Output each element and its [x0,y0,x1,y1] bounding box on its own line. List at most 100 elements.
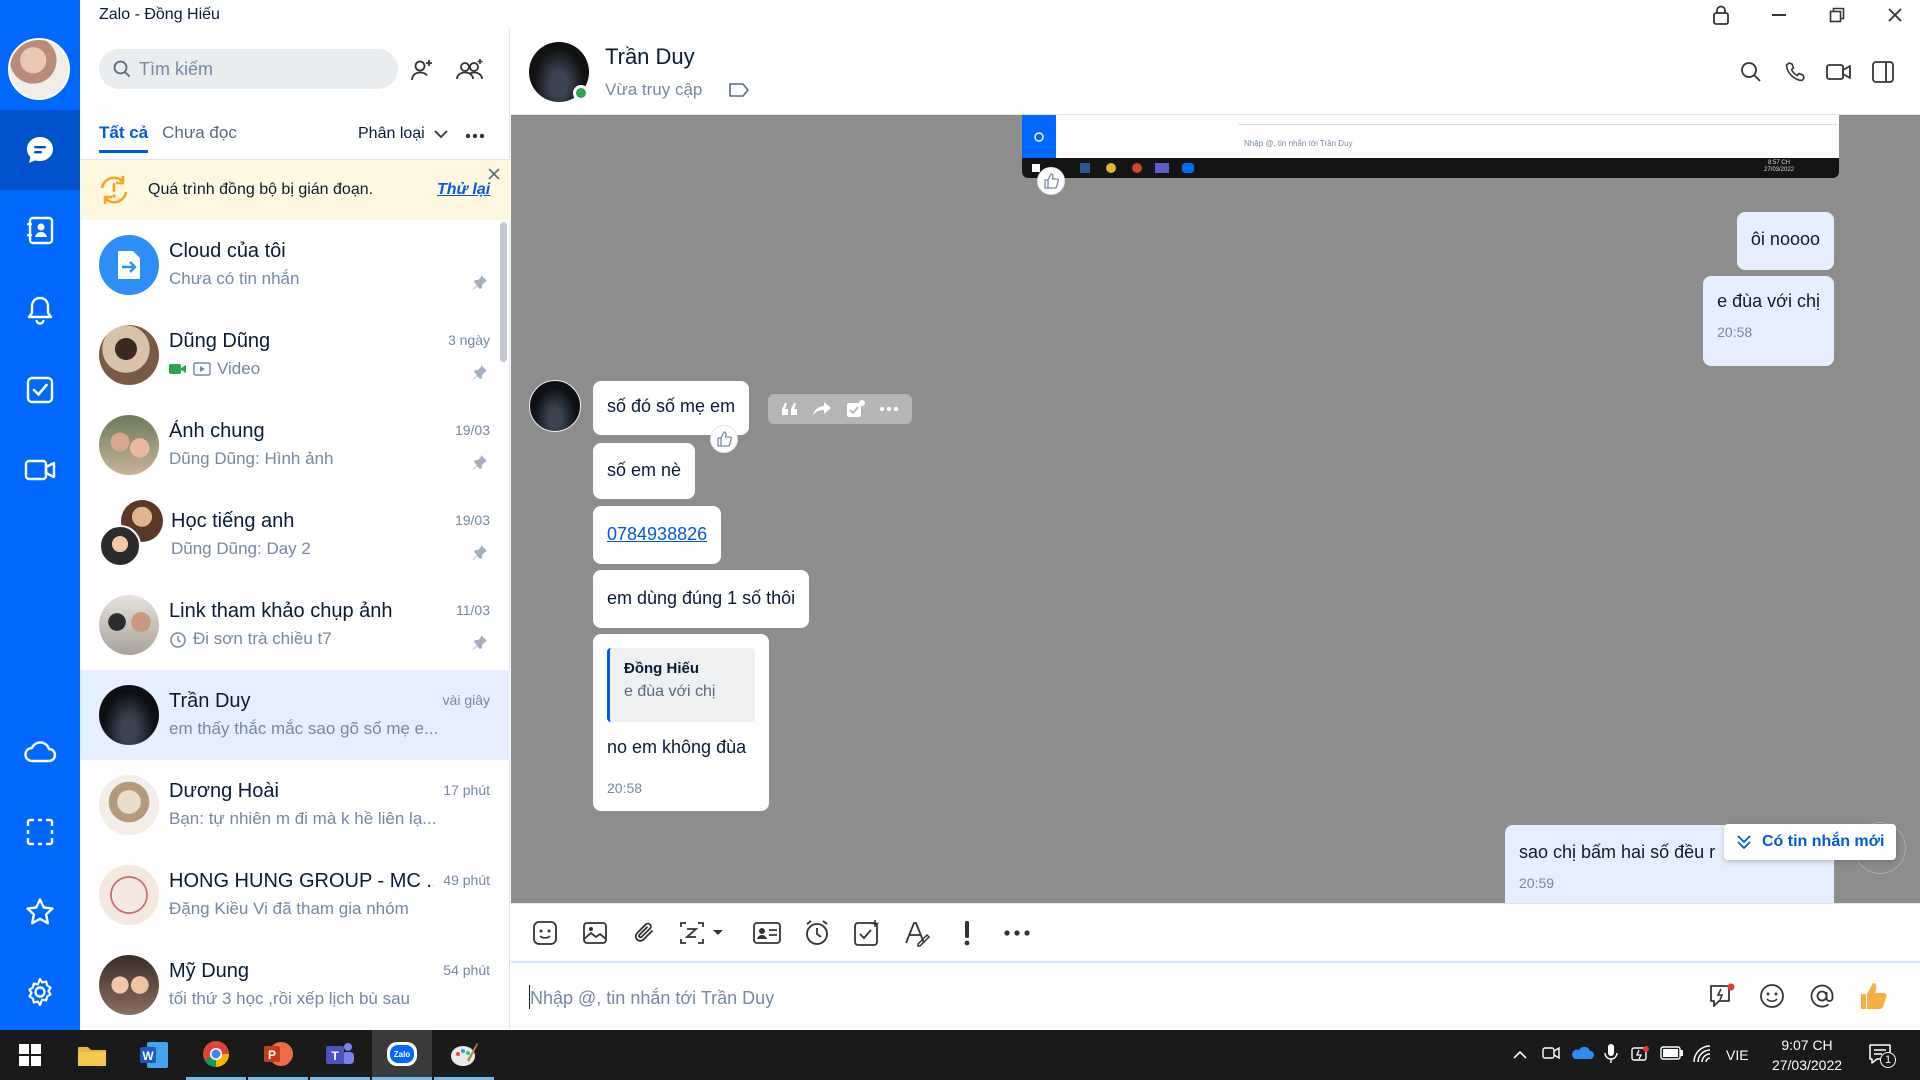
lock-button[interactable] [1692,0,1750,29]
conversation-item[interactable]: HONG HUNG GROUP - MC ... 49 phút Đặng Ki… [80,850,510,940]
tray-onedrive[interactable] [1570,1045,1594,1066]
conversation-item-selected[interactable]: Trần Duy vài giây em thấy thắc mắc sao g… [80,670,510,760]
like-reaction-button[interactable] [1037,167,1065,195]
nav-screenshot[interactable] [0,792,80,872]
tab-all[interactable]: Tất cả [99,123,149,153]
tray-clock[interactable]: 9:07 CH 27/03/2022 [1762,1035,1852,1075]
retry-link[interactable]: Thử lại [437,181,490,199]
message-composer[interactable]: Nhập @, tin nhắn tới Trần Duy [511,963,1920,1030]
todo-icon [854,920,879,946]
taskbar-powerpoint[interactable]: P [248,1030,308,1080]
conversation-name: Dương Hoài [169,780,279,802]
tray-wifi[interactable] [1692,1044,1714,1069]
conversation-item[interactable]: Link tham khảo chụp ảnh 11/03 Đi sơn trà… [80,580,510,670]
conversation-item[interactable]: Ảnh chung 19/03 Dũng Dũng: Hình ảnh [80,400,510,490]
conversation-item[interactable]: Cloud của tôi Chưa có tin nhắn [80,220,510,310]
conversation-item[interactable]: Dũng Dũng 3 ngày Video [80,310,510,400]
urgent-button[interactable] [947,913,987,953]
quick-message-button[interactable] [1705,979,1739,1013]
tray-meet-now[interactable] [1542,1044,1560,1067]
list-more-button[interactable] [460,123,490,149]
chevron-down-icon [434,130,448,139]
conversation-name: Dũng Dũng [169,330,271,352]
conversation-item[interactable]: Học tiếng anh 19/03 Dũng Dũng: Day 2 [80,490,510,580]
taskbar-teams[interactable]: T [310,1030,370,1080]
message-bubble-received[interactable]: số em nè [593,443,696,499]
create-group-button[interactable] [452,54,488,86]
sticker-icon [533,921,557,945]
nav-cloud[interactable] [0,712,80,792]
voice-call-button[interactable] [1777,54,1813,90]
search-box[interactable]: Tìm kiếm [99,49,398,89]
message-bubble-received[interactable]: 0784938826 [593,506,722,564]
taskbar-zalo[interactable]: Zalo [372,1030,432,1080]
sticker-button[interactable] [525,913,565,953]
taskbar-file-explorer[interactable] [62,1030,122,1080]
message-input-placeholder[interactable]: Nhập @, tin nhắn tới Trần Duy [530,988,774,1009]
tray-microphone[interactable] [1604,1043,1618,1070]
message-bubble-received-reply[interactable]: Đồng Hiếu e đùa với chị no em không đùa … [593,634,769,811]
action-center-button[interactable]: 1 [1868,1042,1896,1073]
new-message-button[interactable]: Có tin nhắn mới [1724,824,1897,860]
mention-button[interactable] [1805,979,1839,1013]
phone-number-link[interactable]: 0784938826 [607,524,707,545]
sync-warning-icon [96,174,132,211]
toggle-info-panel-button[interactable] [1865,54,1901,90]
toolbar-more-button[interactable] [997,913,1037,953]
image-button[interactable] [575,913,615,953]
close-banner-button[interactable] [484,164,504,184]
nav-settings[interactable] [0,952,80,1032]
classify-dropdown[interactable]: Phân loại [358,125,449,143]
nav-contacts[interactable] [0,190,80,270]
nav-todo[interactable] [0,350,80,430]
send-like-button[interactable] [1853,976,1893,1016]
video-call-icon [24,459,56,481]
quoted-message[interactable]: Đồng Hiếu e đùa với chị [607,648,755,722]
image-message[interactable]: Nhập @, tin nhắn tới Trần Duy 8:57 CH 27/… [1022,115,1839,178]
tag-button[interactable] [726,79,752,101]
add-task-icon[interactable] [846,400,866,418]
emoji-button[interactable] [1755,979,1789,1013]
forward-icon[interactable] [812,401,832,417]
like-reaction-button[interactable] [710,425,738,453]
show-hidden-icons[interactable] [1512,1047,1528,1065]
tab-unread[interactable]: Chưa đọc [162,123,237,153]
nav-messages[interactable] [0,110,80,190]
folder-icon [78,1047,106,1066]
tray-power[interactable] [1630,1044,1650,1069]
reminder-button[interactable] [797,913,837,953]
restore-button[interactable] [1808,0,1866,29]
list-scrollbar[interactable] [500,222,507,362]
message-bubble-sent[interactable]: e đùa với chị 20:58 [1703,276,1834,366]
start-button[interactable] [0,1030,60,1080]
sender-avatar[interactable] [529,380,581,432]
message-bubble-received[interactable]: em dùng đúng 1 số thôi [593,570,810,628]
minimize-button[interactable] [1750,0,1808,29]
tray-language[interactable]: VIE [1726,1047,1749,1063]
message-bubble-sent[interactable]: ôi noooo [1736,212,1834,270]
conversation-item[interactable]: Dương Hoài 17 phút Bạn: tự nhiên m đi mà… [80,760,510,850]
format-text-button[interactable] [897,913,937,953]
attach-file-button[interactable] [625,913,665,953]
search-chat-button[interactable] [1733,54,1769,90]
quote-icon[interactable] [781,402,799,416]
taskbar-paint[interactable] [434,1030,494,1080]
add-friend-button[interactable] [406,54,438,86]
preview-text: Video [217,359,261,378]
nav-notifications[interactable] [0,270,80,350]
cloud-avatar [99,235,159,295]
taskbar-word[interactable]: W [124,1030,184,1080]
conversation-item[interactable]: Mỹ Dung 54 phút tối thứ 3 học ,rồi xếp l… [80,940,510,1030]
screenshot-button[interactable] [675,913,731,953]
assign-task-button[interactable] [847,913,887,953]
video-call-button[interactable] [1821,54,1857,90]
nav-video[interactable] [0,430,80,510]
taskbar-chrome[interactable] [186,1030,246,1080]
close-window-button[interactable] [1866,0,1920,29]
more-icon[interactable] [879,406,899,412]
tray-battery[interactable] [1660,1046,1684,1065]
my-avatar[interactable] [8,38,70,100]
chat-name[interactable]: Trần Duy [605,44,695,70]
nav-favorites[interactable] [0,872,80,952]
contact-card-button[interactable] [747,913,787,953]
